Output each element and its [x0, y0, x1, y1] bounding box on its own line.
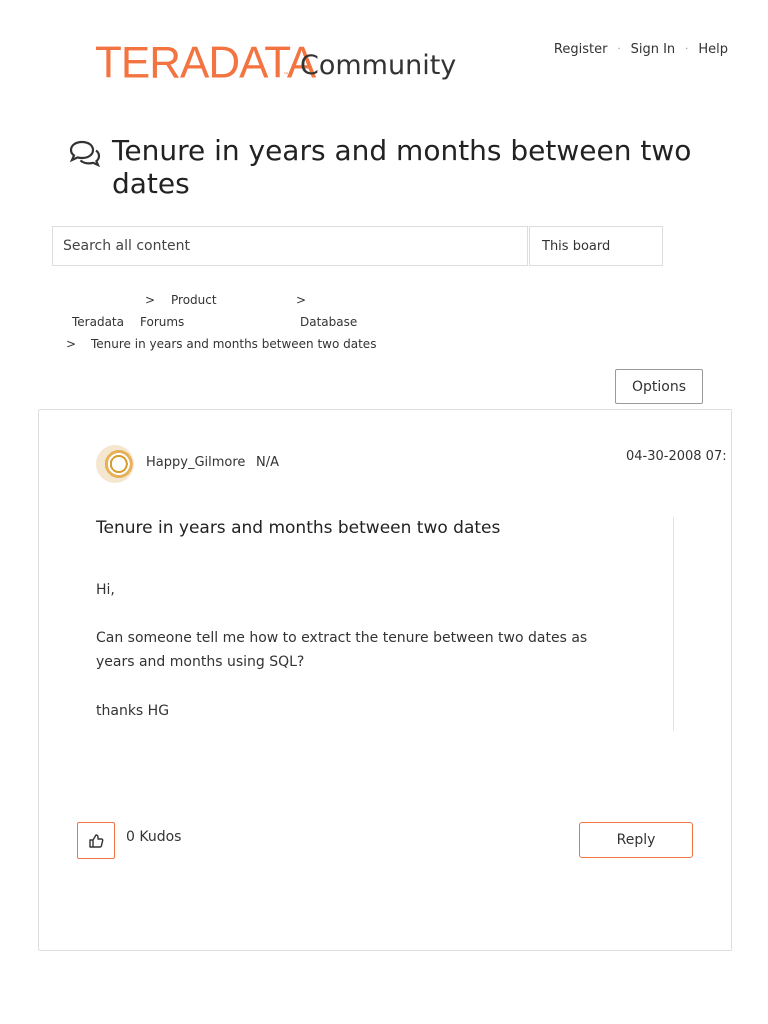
content-divider [673, 517, 674, 731]
post-body-signoff: thanks HG [96, 703, 170, 719]
post-body-question-line-2: years and months using SQL? [96, 654, 305, 670]
author-avatar[interactable] [96, 445, 134, 483]
help-link[interactable]: Help [698, 42, 728, 57]
author-name[interactable]: Happy_Gilmore [146, 455, 245, 470]
thumbs-up-icon [89, 833, 104, 848]
discussion-icon [69, 140, 101, 168]
kudos-count[interactable]: 0 Kudos [126, 829, 181, 845]
search-scope-select[interactable]: This board [529, 226, 663, 266]
kudo-button[interactable] [77, 822, 115, 859]
register-link[interactable]: Register [554, 42, 608, 57]
breadcrumb-separator: > [66, 337, 77, 351]
separator-dot: · [685, 44, 689, 55]
breadcrumb-item-current: Tenure in years and months between two d… [91, 337, 377, 351]
trademark-mark: ™ [283, 72, 289, 79]
post-subject: Tenure in years and months between two d… [96, 518, 501, 538]
author-rank: N/A [256, 455, 279, 470]
sign-in-link[interactable]: Sign In [631, 42, 676, 57]
community-logo-text[interactable]: Community [300, 48, 456, 84]
options-button[interactable]: Options [615, 369, 703, 404]
breadcrumb-label-part: Product [171, 293, 217, 307]
post-card [38, 409, 732, 951]
post-date: 04-30-2008 07: [626, 449, 727, 464]
post-body-question-line-1: Can someone tell me how to extract the t… [96, 630, 588, 646]
breadcrumb-label-part: Forums [140, 315, 185, 329]
teradata-logo[interactable]: TERADATA [95, 38, 316, 89]
reply-button[interactable]: Reply [579, 822, 693, 858]
separator-dot: · [617, 44, 621, 55]
breadcrumb-separator: > [296, 293, 307, 307]
breadcrumb-item-product-forums[interactable]: Product Forums [140, 293, 230, 329]
search-input[interactable]: Search all content [52, 226, 528, 266]
post-body-greeting: Hi, [96, 582, 115, 598]
breadcrumb-item-teradata[interactable]: Teradata [72, 315, 124, 329]
top-nav-links: Register · Sign In · Help [554, 42, 728, 57]
page-title: Tenure in years and months between two d… [112, 134, 692, 200]
breadcrumb-item-database[interactable]: Database [300, 315, 357, 329]
